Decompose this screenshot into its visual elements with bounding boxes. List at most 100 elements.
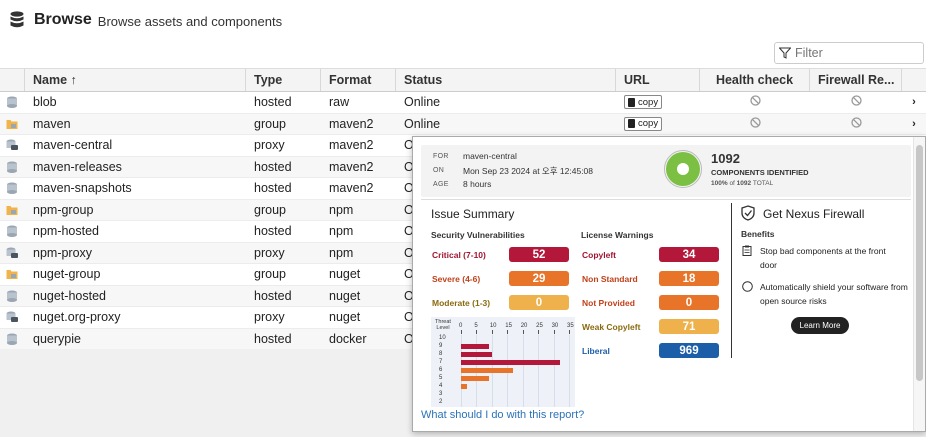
chart-x-tick-label: 20 [520,323,528,329]
health-check-disabled-icon[interactable] [749,117,761,131]
repo-name: querypie [33,331,81,346]
chart-gridline [569,335,570,407]
column-header-name[interactable]: Name ↑ [25,69,246,91]
column-header-health-check[interactable]: Health check [700,69,810,91]
security-count-badge: 29 [509,271,569,286]
repo-format: maven2 [329,181,374,196]
table-row[interactable]: maven group maven2 Online copy › [0,113,926,135]
group-icon [0,114,25,135]
chart-bar [461,368,514,373]
group-icon [0,264,25,285]
chart-x-tick-mark [461,330,462,334]
chevron-right-icon[interactable]: › [912,118,916,130]
repo-type: group [254,267,286,282]
age-value: 8 hours [463,179,492,189]
license-count-badge: 0 [659,295,719,310]
license-count-badge: 18 [659,271,719,286]
popup-scrollbar[interactable] [913,137,925,431]
components-count: 1092 [711,151,740,166]
repo-type: group [254,202,286,217]
firewall-disabled-icon[interactable] [850,95,862,109]
copy-url-button[interactable]: copy [624,116,663,131]
repo-name: maven [33,116,71,131]
what-to-do-link[interactable]: What should I do with this report? [421,409,584,421]
group-icon [0,200,25,221]
column-header-type[interactable]: Type [246,69,321,91]
components-total: 100% of 1092 TOTAL [711,180,774,187]
table-row[interactable]: blob hosted raw Online copy › [0,92,926,114]
repo-format: maven2 [329,116,374,131]
license-count-badge: 34 [659,247,719,262]
column-header-url[interactable]: URL [616,69,700,91]
license-count-badge: 71 [659,319,719,334]
repo-firewall-report [810,92,902,113]
chart-x-tick-label: 25 [536,323,543,329]
repo-open: › [902,114,926,135]
repo-health-check [700,114,810,135]
security-label: Critical (7-10) [432,250,486,260]
repo-type: hosted [254,159,292,174]
repo-format: maven2 [329,138,374,153]
repo-format: nuget [329,267,361,282]
chart-gridline [538,335,540,407]
filter-box[interactable] [774,42,924,64]
browse-page: Browse Browse assets and components Name… [0,0,926,437]
health-report-popup: FOR maven-central ON Mon Sep 23 2024 at … [412,136,926,432]
chart-threat-level-label: 10 [439,335,446,341]
chart-ylabel: Threat Level [435,319,451,331]
chart-threat-level-label: 9 [439,343,443,349]
report-meta: FOR maven-central ON Mon Sep 23 2024 at … [421,145,911,197]
license-title: License Warnings [581,230,654,240]
chart-x-tick-label: 35 [567,323,574,329]
chart-threat-level-label: 5 [439,375,443,381]
chart-x-tick-mark [522,330,524,334]
repo-format: nuget [329,310,361,325]
page-title: Browse [34,11,92,28]
repo-name: nuget-hosted [33,288,106,303]
chevron-right-icon[interactable]: › [912,96,916,108]
hosted-icon [0,329,25,350]
health-check-disabled-icon[interactable] [749,95,761,109]
chart-gridline [553,335,555,407]
page-header: Browse Browse assets and components [0,0,926,40]
repo-name: npm-proxy [33,245,93,260]
proxy-icon [0,135,25,156]
repo-type: proxy [254,138,285,153]
benefit-automatic-shield: Automatically shield your software from … [760,282,908,306]
column-header-format[interactable]: Format [321,69,396,91]
repo-name: maven-releases [33,159,122,174]
column-header-icon [0,69,25,91]
filter-input[interactable] [795,46,915,60]
chart-threat-level-label: 7 [439,359,443,365]
column-header-firewall-report[interactable]: Firewall Re... [810,69,902,91]
chart-x-tick-mark [491,330,493,334]
benefit-stop-bad-components: Stop bad components at the front door [760,246,886,270]
repo-type: proxy [254,245,285,260]
database-icon [10,11,24,28]
hosted-icon [0,221,25,242]
column-header-status[interactable]: Status [396,69,616,91]
repo-format: nuget [329,288,361,303]
chart-x-tick-mark [553,330,555,334]
on-label: ON [433,167,445,174]
security-title: Security Vulnerabilities [431,230,525,240]
chart-threat-level-label: 6 [439,367,443,373]
repo-type: hosted [254,224,292,239]
proxy-icon [0,243,25,264]
license-label: Liberal [582,346,610,356]
learn-more-button[interactable]: Learn More [791,317,849,334]
copy-url-button[interactable]: copy [624,95,663,110]
popup-scrollbar-thumb[interactable] [916,145,923,381]
repo-url: copy [616,114,700,135]
chart-x-tick-label: 10 [489,323,497,329]
repo-name: maven-central [33,138,113,153]
circle-icon [742,281,753,292]
repo-format: raw [329,95,350,110]
clipboard-icon [628,119,635,129]
shield-icon [741,205,755,221]
table-header: Name ↑ Type Format Status URL Health che… [0,68,926,92]
repo-name: blob [33,95,57,110]
components-ring-icon [666,152,700,186]
firewall-disabled-icon[interactable] [850,117,862,131]
issue-summary-title: Issue Summary [431,207,515,221]
